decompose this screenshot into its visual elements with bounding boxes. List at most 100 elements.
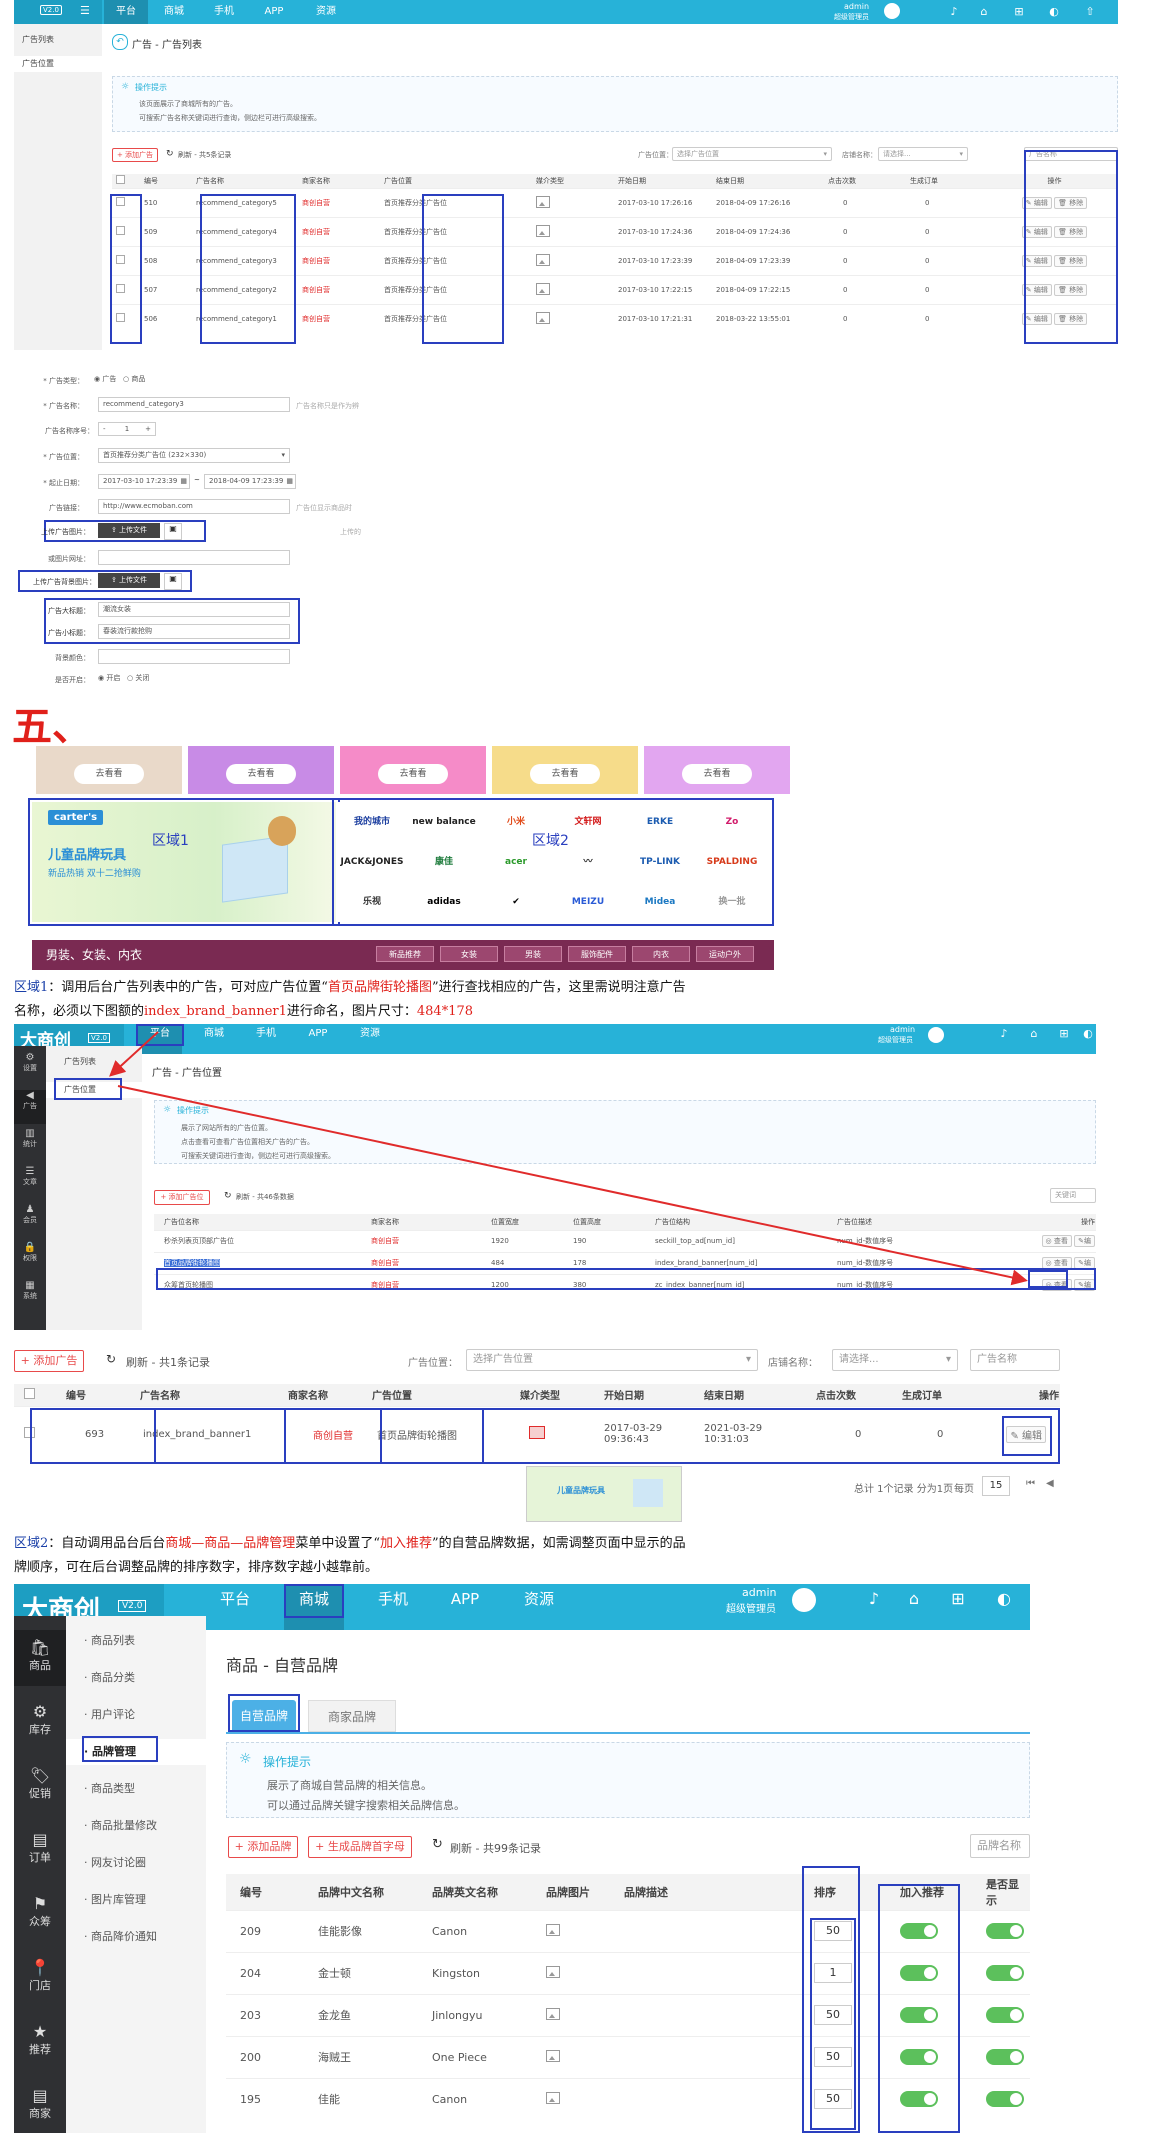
subnav-item[interactable]: · 商品批量修改: [66, 1813, 206, 1839]
text: 牌顺序，可在后台调整品牌的排序数字，排序数字越小越靠前。: [14, 1560, 379, 1575]
dark-sidebar-item[interactable]: ▤ 商家: [14, 2078, 66, 2133]
tips-box: ☼ 操作提示 展示了商城自营品牌的相关信息。 可以通过品牌关键字搜索相关品牌信息…: [226, 1742, 1030, 1818]
thumb-box-image: [633, 1479, 663, 1507]
dark-sidebar-item[interactable]: ⚑ 众筹: [14, 1886, 66, 1942]
show-toggle[interactable]: [986, 1965, 1024, 1981]
row-en-name: Canon: [431, 1909, 545, 1952]
search-input[interactable]: 广告名称: [970, 1349, 1060, 1371]
goods-subnav: · 商品列表 · 商品分类 · 用户评论 · 品牌管理 · 商品类型 · 商品批量修改 · …: [66, 1616, 206, 2133]
col-header: 编号: [226, 1874, 317, 1910]
sidebar-icon: ⚙: [32, 1702, 48, 1721]
row-id: 195: [226, 2077, 317, 2120]
admin-role: 超级管理员: [726, 1604, 776, 1615]
dark-sidebar-item[interactable]: 🛍 商品: [14, 1630, 66, 1686]
row-image: [545, 1909, 623, 1952]
highlight-name: [154, 1408, 286, 1464]
highlight-recommend-column: [878, 1884, 960, 2133]
col-header: 品牌中文名称: [317, 1874, 431, 1910]
show-toggle[interactable]: [986, 2091, 1024, 2108]
row-en-name: One Piece: [431, 2035, 545, 2078]
page-title: 商品 - 自营品牌: [226, 1656, 338, 1675]
highlight-text: 加入推荐: [379, 1536, 432, 1551]
sidebar-icon: ★: [32, 2022, 48, 2041]
col-header: 开始日期: [603, 1384, 703, 1406]
highlight-mall-tab: [284, 1584, 344, 1618]
refresh-icon[interactable]: ↻: [432, 1837, 443, 1852]
nav-tab-app[interactable]: APP: [440, 1584, 490, 1630]
refresh-text[interactable]: 刷新 - 共99条记录: [450, 1840, 541, 1856]
bell-icon[interactable]: ♪: [862, 1584, 886, 1614]
shop-label: 店铺名称：: [768, 1358, 818, 1369]
add-brand-button[interactable]: + 添加品牌: [228, 1836, 298, 1858]
search-input[interactable]: 品牌名称: [970, 1834, 1030, 1858]
subnav-item[interactable]: · 图片库管理: [66, 1887, 206, 1913]
subnav-item[interactable]: · 网友讨论圈: [66, 1850, 206, 1876]
region2-description: 区域2：自动调用品台后台商城—商品—品牌管理菜单中设置了“加入推荐”的自营品牌数…: [14, 1532, 834, 1580]
row-image: [545, 2035, 623, 2078]
subnav-item[interactable]: · 商品列表: [66, 1628, 206, 1654]
tip-line: 可以通过品牌关键字搜索相关品牌信息。: [267, 1799, 465, 1812]
refresh-text[interactable]: 刷新 - 共1条记录: [126, 1354, 210, 1370]
row-show: [985, 1951, 1030, 1994]
show-toggle[interactable]: [986, 2007, 1024, 2023]
highlight-sort-inputs: [810, 1918, 856, 2130]
row-cn-name: 金龙鱼: [317, 1993, 431, 2036]
palette-icon[interactable]: ◐: [992, 1584, 1016, 1614]
nav-tab-resources[interactable]: 资源: [514, 1584, 564, 1630]
dark-sidebar-item[interactable]: ★ 推荐: [14, 2014, 66, 2070]
generate-initials-button[interactable]: + 生成品牌首字母: [308, 1836, 412, 1858]
row-show: [985, 1993, 1030, 2036]
row-description: [623, 1951, 813, 1994]
col-header: 广告名称: [139, 1384, 287, 1406]
refresh-icon[interactable]: ↻: [106, 1352, 116, 1366]
dark-sidebar-item[interactable]: ⚙ 库存: [14, 1694, 66, 1750]
pager-text: 总计 1个记录 分为1页: [854, 1484, 954, 1495]
show-toggle[interactable]: [986, 1923, 1024, 1939]
subnav-item[interactable]: · 商品降价通知: [66, 1924, 206, 1950]
home-icon[interactable]: ⌂: [902, 1584, 926, 1614]
avatar[interactable]: [792, 1588, 816, 1612]
row-id: 209: [226, 1909, 317, 1952]
highlight-edit: [1002, 1416, 1052, 1456]
row-cn-name: 海贼王: [317, 2035, 431, 2078]
nav-tab-mobile[interactable]: 手机: [368, 1584, 418, 1630]
pos-select[interactable]: 选择广告位置 ▾: [466, 1349, 758, 1371]
subnav-item[interactable]: · 商品分类: [66, 1665, 206, 1691]
row-description: [623, 2035, 813, 2078]
sitemap-icon[interactable]: ⊞: [946, 1584, 970, 1614]
dark-sidebar-item[interactable]: 🏷 促销: [14, 1758, 66, 1814]
nav-tab-platform[interactable]: 平台: [210, 1584, 260, 1630]
shop-select[interactable]: 请选择... ▾: [832, 1349, 958, 1371]
subnav-item[interactable]: · 商品类型: [66, 1776, 206, 1802]
image-icon: [546, 2049, 560, 2062]
region2-tag: 区域2: [14, 1536, 49, 1551]
first-page-icon[interactable]: ⏮: [1026, 1478, 1035, 1489]
image-icon: [546, 1965, 560, 1978]
sidebar-icon: 🏷: [29, 1766, 51, 1785]
dark-sidebar-item[interactable]: 📍 门店: [14, 1950, 66, 2006]
per-page-input[interactable]: 15: [982, 1476, 1010, 1496]
prev-page-icon[interactable]: ◀: [1046, 1478, 1054, 1489]
row-cn-name: 佳能影像: [317, 1909, 431, 1952]
subnav-item[interactable]: · 用户评论: [66, 1702, 206, 1728]
show-toggle[interactable]: [986, 2049, 1024, 2065]
lightbulb-icon: ☼: [239, 1751, 252, 1767]
row-en-name: Canon: [431, 2077, 545, 2120]
add-ad-button[interactable]: + 添加广告: [14, 1350, 84, 1372]
row-show: [985, 2035, 1030, 2078]
ad-list-filtered-screenshot: + 添加广告 ↻ 刷新 - 共1条记录 广告位置： 选择广告位置 ▾ 店铺名称： …: [14, 1340, 1060, 1522]
arrow: [117, 1085, 1028, 1286]
col-header: 操作: [985, 1384, 1060, 1406]
tab-merchant-brand[interactable]: 商家品牌: [308, 1700, 396, 1732]
dark-sidebar-item[interactable]: ▤ 订单: [14, 1822, 66, 1878]
row-image: [545, 2077, 623, 2120]
col-header: 是否显示: [985, 1874, 1030, 1910]
col-header: 生成订单: [901, 1384, 985, 1406]
highlight-self-brand-tab: [228, 1694, 300, 1732]
select-all-checkbox[interactable]: [24, 1387, 35, 1399]
row-cn-name: 佳能: [317, 2077, 431, 2120]
image-icon: [546, 2091, 560, 2104]
row-en-name: Jinlongyu: [431, 1993, 545, 2036]
text: ”的自营品牌数据，如需调整页面中显示的品: [431, 1536, 686, 1551]
col-header: 品牌英文名称: [431, 1874, 545, 1910]
